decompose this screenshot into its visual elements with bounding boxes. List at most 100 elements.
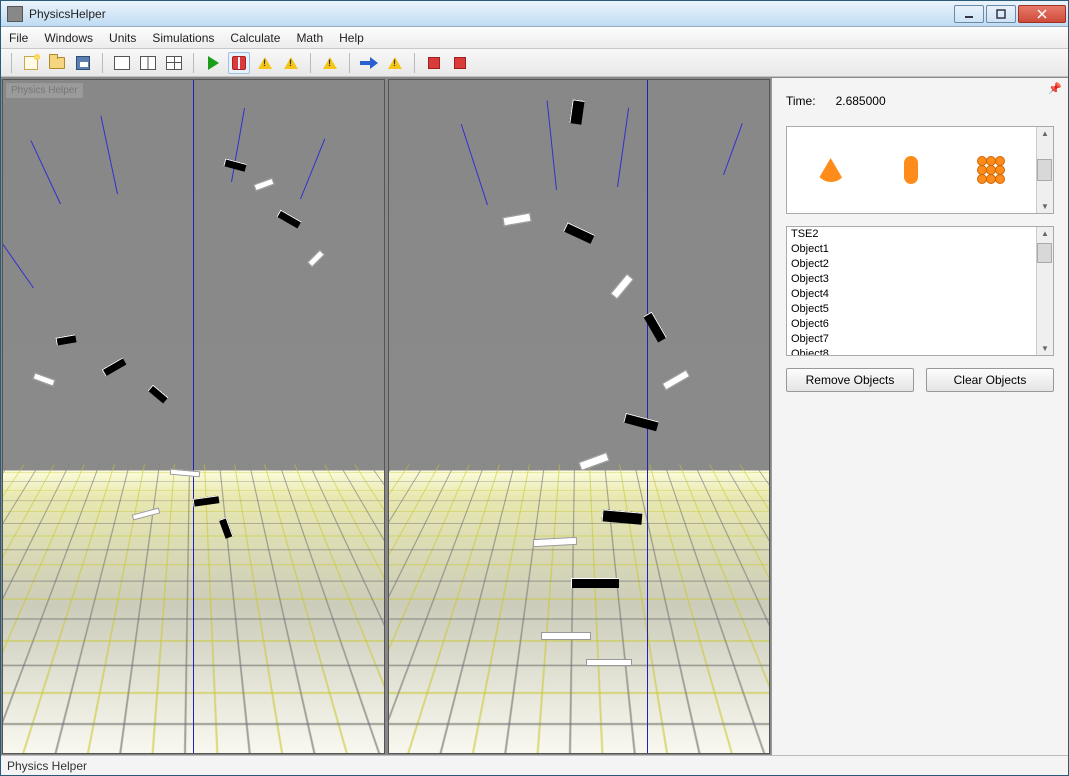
app-icon <box>7 6 23 22</box>
app-title: PhysicsHelper <box>29 7 106 21</box>
button-label: Remove Objects <box>806 373 895 387</box>
list-item[interactable]: Object8 <box>787 347 1036 356</box>
split-horizontal-button[interactable] <box>111 52 133 74</box>
fragment <box>571 578 619 588</box>
stop-icon <box>428 57 440 69</box>
fragment <box>624 412 659 430</box>
viewport-right[interactable] <box>388 79 771 754</box>
velocity-vector <box>617 108 629 187</box>
fragment <box>586 659 632 666</box>
time-display: Time: 2.685000 <box>786 90 1054 114</box>
warning-button-4[interactable] <box>384 52 406 74</box>
button-label: Clear Objects <box>954 373 1027 387</box>
new-button[interactable] <box>20 52 42 74</box>
fragment <box>254 178 275 191</box>
fragment <box>570 99 585 124</box>
fragment <box>662 370 690 391</box>
list-item[interactable]: Object7 <box>787 332 1036 347</box>
viewport-label: Physics Helper <box>6 83 83 98</box>
fragment <box>277 209 302 228</box>
list-item[interactable]: Object6 <box>787 317 1036 332</box>
velocity-vector <box>461 124 488 205</box>
list-item[interactable]: TSE2 <box>787 227 1036 242</box>
save-button[interactable] <box>72 52 94 74</box>
panel-button-row: Remove Objects Clear Objects <box>786 368 1054 392</box>
toolbar-separator <box>414 53 415 73</box>
toolbar-separator <box>193 53 194 73</box>
toolbar-separator <box>349 53 350 73</box>
fragment <box>102 357 127 376</box>
play-button[interactable] <box>202 52 224 74</box>
velocity-vector <box>31 140 61 204</box>
cluster-shape-icon[interactable] <box>977 156 1005 184</box>
list-item[interactable]: Object4 <box>787 287 1036 302</box>
list-item[interactable]: Object3 <box>787 272 1036 287</box>
velocity-vector <box>2 239 34 289</box>
menu-help[interactable]: Help <box>339 31 364 45</box>
menu-calculate[interactable]: Calculate <box>230 31 280 45</box>
fragment <box>223 158 246 171</box>
split-vertical-icon <box>140 56 156 70</box>
warning-button-2[interactable] <box>280 52 302 74</box>
side-panel: 📌 Time: 2.685000 TSE2 Object1 Obje <box>771 78 1068 755</box>
toolbar <box>1 49 1068 77</box>
status-bar: Physics Helper <box>1 755 1068 775</box>
split-quad-button[interactable] <box>163 52 185 74</box>
velocity-vector <box>547 101 557 191</box>
warning-icon <box>323 57 337 69</box>
remove-objects-button[interactable]: Remove Objects <box>786 368 914 392</box>
menubar: File Windows Units Simulations Calculate… <box>1 27 1068 49</box>
menu-math[interactable]: Math <box>296 31 323 45</box>
pin-icon[interactable]: 📌 <box>1048 82 1062 95</box>
ground-grid <box>388 464 771 754</box>
close-button[interactable] <box>1018 5 1066 23</box>
warning-button-1[interactable] <box>254 52 276 74</box>
viewport-container: Physics Helper <box>1 78 771 755</box>
fragment <box>308 250 326 268</box>
viewport-left[interactable]: Physics Helper <box>2 79 385 754</box>
velocity-vector <box>723 124 743 176</box>
list-item[interactable]: Object5 <box>787 302 1036 317</box>
menu-units[interactable]: Units <box>109 31 136 45</box>
open-button[interactable] <box>46 52 68 74</box>
list-item[interactable]: Object2 <box>787 257 1036 272</box>
list-item[interactable]: Object1 <box>787 242 1036 257</box>
shape-palette <box>786 126 1054 214</box>
split-horizontal-icon <box>114 56 130 70</box>
maximize-button[interactable] <box>986 5 1016 23</box>
open-icon <box>49 57 65 69</box>
warning-icon <box>388 57 402 69</box>
fragment <box>541 632 591 640</box>
workspace: Physics Helper <box>1 77 1068 755</box>
pause-button[interactable] <box>228 52 250 74</box>
play-icon <box>208 56 219 70</box>
time-label: Time: <box>786 94 816 108</box>
stop-button-1[interactable] <box>423 52 445 74</box>
menu-windows[interactable]: Windows <box>44 31 93 45</box>
step-button[interactable] <box>358 52 380 74</box>
titlebar[interactable]: PhysicsHelper <box>1 1 1068 27</box>
clear-objects-button[interactable]: Clear Objects <box>926 368 1054 392</box>
split-quad-icon <box>166 56 182 70</box>
menu-file[interactable]: File <box>9 31 28 45</box>
cone-shape-icon[interactable] <box>817 158 845 182</box>
fragment <box>33 373 56 387</box>
menu-simulations[interactable]: Simulations <box>152 31 214 45</box>
scrollbar-thumb[interactable] <box>1037 243 1052 263</box>
stop-icon <box>454 57 466 69</box>
app-window: PhysicsHelper File Windows Units Simulat… <box>0 0 1069 776</box>
stop-button-2[interactable] <box>449 52 471 74</box>
minimize-button[interactable] <box>954 5 984 23</box>
status-text: Physics Helper <box>7 759 87 773</box>
velocity-vector <box>101 115 119 193</box>
object-list[interactable]: TSE2 Object1 Object2 Object3 Object4 Obj… <box>786 226 1054 356</box>
split-vertical-button[interactable] <box>137 52 159 74</box>
vertical-axis <box>193 80 194 753</box>
capsule-shape-icon[interactable] <box>904 156 918 184</box>
warning-icon <box>284 57 298 69</box>
toolbar-separator <box>11 53 12 73</box>
warning-button-3[interactable] <box>319 52 341 74</box>
arrow-right-icon <box>360 58 378 68</box>
scrollbar-thumb[interactable] <box>1037 159 1052 181</box>
save-icon <box>76 56 90 70</box>
